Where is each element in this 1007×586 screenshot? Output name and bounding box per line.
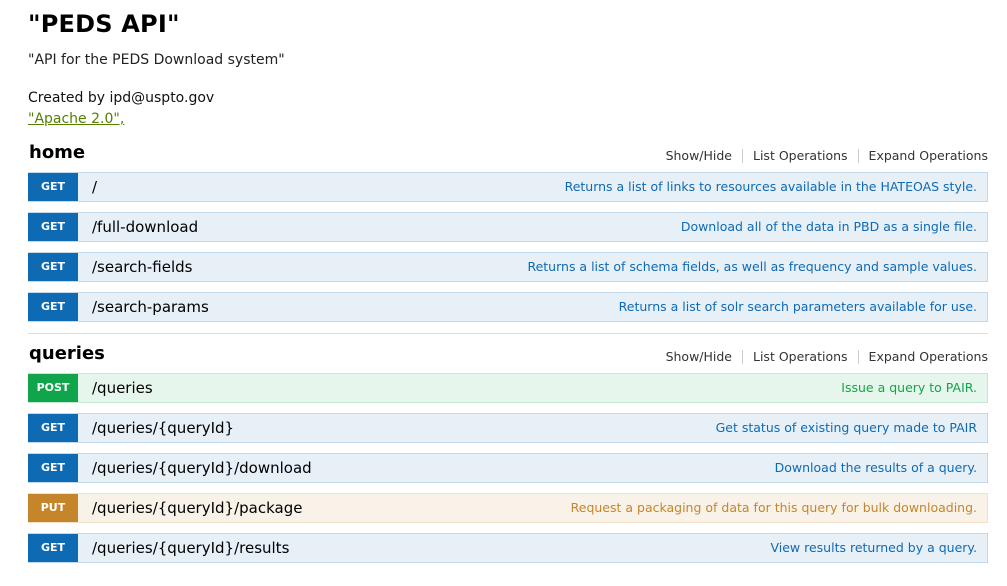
operation-summary[interactable]: Request a packaging of data for this que… bbox=[571, 500, 977, 515]
operation-row[interactable]: PUT /queries/{queryId}/package Request a… bbox=[28, 493, 988, 523]
method-badge[interactable]: GET bbox=[28, 173, 78, 201]
method-badge[interactable]: GET bbox=[28, 213, 78, 241]
operation-path[interactable]: / bbox=[92, 178, 97, 196]
list-operations-link[interactable]: List Operations bbox=[743, 148, 858, 163]
operation-row[interactable]: GET /full-download Download all of the d… bbox=[28, 212, 988, 242]
operation-path[interactable]: /queries bbox=[92, 379, 153, 397]
method-badge[interactable]: GET bbox=[28, 454, 78, 482]
swagger-page: "PEDS API" "API for the PEDS Download sy… bbox=[0, 0, 1007, 586]
method-badge[interactable]: GET bbox=[28, 253, 78, 281]
operation-path[interactable]: /queries/{queryId}/results bbox=[92, 539, 289, 557]
operation-summary[interactable]: Download all of the data in PBD as a sin… bbox=[681, 219, 977, 234]
api-title: "PEDS API" bbox=[28, 10, 180, 38]
method-badge[interactable]: PUT bbox=[28, 494, 78, 522]
expand-operations-link[interactable]: Expand Operations bbox=[859, 148, 988, 163]
operation-summary[interactable]: Returns a list of solr search parameters… bbox=[619, 299, 977, 314]
resource-name[interactable]: home bbox=[29, 142, 85, 163]
operation-row[interactable]: GET /queries/{queryId}/results View resu… bbox=[28, 533, 988, 563]
resource-name[interactable]: queries bbox=[29, 343, 105, 364]
resource-actions: Show/Hide List Operations Expand Operati… bbox=[656, 148, 988, 163]
operation-path[interactable]: /queries/{queryId} bbox=[92, 419, 234, 437]
operation-row[interactable]: GET /queries/{queryId} Get status of exi… bbox=[28, 413, 988, 443]
operation-path[interactable]: /search-params bbox=[92, 298, 209, 316]
method-badge[interactable]: GET bbox=[28, 293, 78, 321]
operation-row[interactable]: GET /queries/{queryId}/download Download… bbox=[28, 453, 988, 483]
operation-summary[interactable]: Returns a list of schema fields, as well… bbox=[527, 259, 977, 274]
resource-header: home Show/Hide List Operations Expand Op… bbox=[28, 142, 988, 172]
show-hide-link[interactable]: Show/Hide bbox=[656, 349, 742, 364]
operation-path[interactable]: /search-fields bbox=[92, 258, 192, 276]
section-divider bbox=[28, 333, 988, 334]
operation-path[interactable]: /queries/{queryId}/package bbox=[92, 499, 302, 517]
resource-header: queries Show/Hide List Operations Expand… bbox=[28, 343, 988, 373]
operation-summary[interactable]: Download the results of a query. bbox=[775, 460, 977, 475]
method-badge[interactable]: POST bbox=[28, 374, 78, 402]
operation-row[interactable]: GET /search-fields Returns a list of sch… bbox=[28, 252, 988, 282]
method-badge[interactable]: GET bbox=[28, 534, 78, 562]
api-contact: Created by ipd@uspto.gov bbox=[28, 90, 215, 106]
api-description: "API for the PEDS Download system" bbox=[28, 52, 285, 68]
operation-row[interactable]: POST /queries Issue a query to PAIR. bbox=[28, 373, 988, 403]
resource-queries: queries Show/Hide List Operations Expand… bbox=[28, 343, 988, 573]
list-operations-link[interactable]: List Operations bbox=[743, 349, 858, 364]
operation-row[interactable]: GET / Returns a list of links to resourc… bbox=[28, 172, 988, 202]
operation-row[interactable]: GET /search-params Returns a list of sol… bbox=[28, 292, 988, 322]
operation-summary[interactable]: Issue a query to PAIR. bbox=[841, 380, 977, 395]
license-link[interactable]: "Apache 2.0", bbox=[28, 111, 124, 127]
operation-path[interactable]: /queries/{queryId}/download bbox=[92, 459, 312, 477]
operation-summary[interactable]: Get status of existing query made to PAI… bbox=[716, 420, 977, 435]
operation-summary[interactable]: Returns a list of links to resources ava… bbox=[565, 179, 977, 194]
resource-actions: Show/Hide List Operations Expand Operati… bbox=[656, 349, 988, 364]
show-hide-link[interactable]: Show/Hide bbox=[656, 148, 742, 163]
resource-home: home Show/Hide List Operations Expand Op… bbox=[28, 142, 988, 332]
operation-summary[interactable]: View results returned by a query. bbox=[770, 540, 977, 555]
expand-operations-link[interactable]: Expand Operations bbox=[859, 349, 988, 364]
method-badge[interactable]: GET bbox=[28, 414, 78, 442]
operation-path[interactable]: /full-download bbox=[92, 218, 198, 236]
